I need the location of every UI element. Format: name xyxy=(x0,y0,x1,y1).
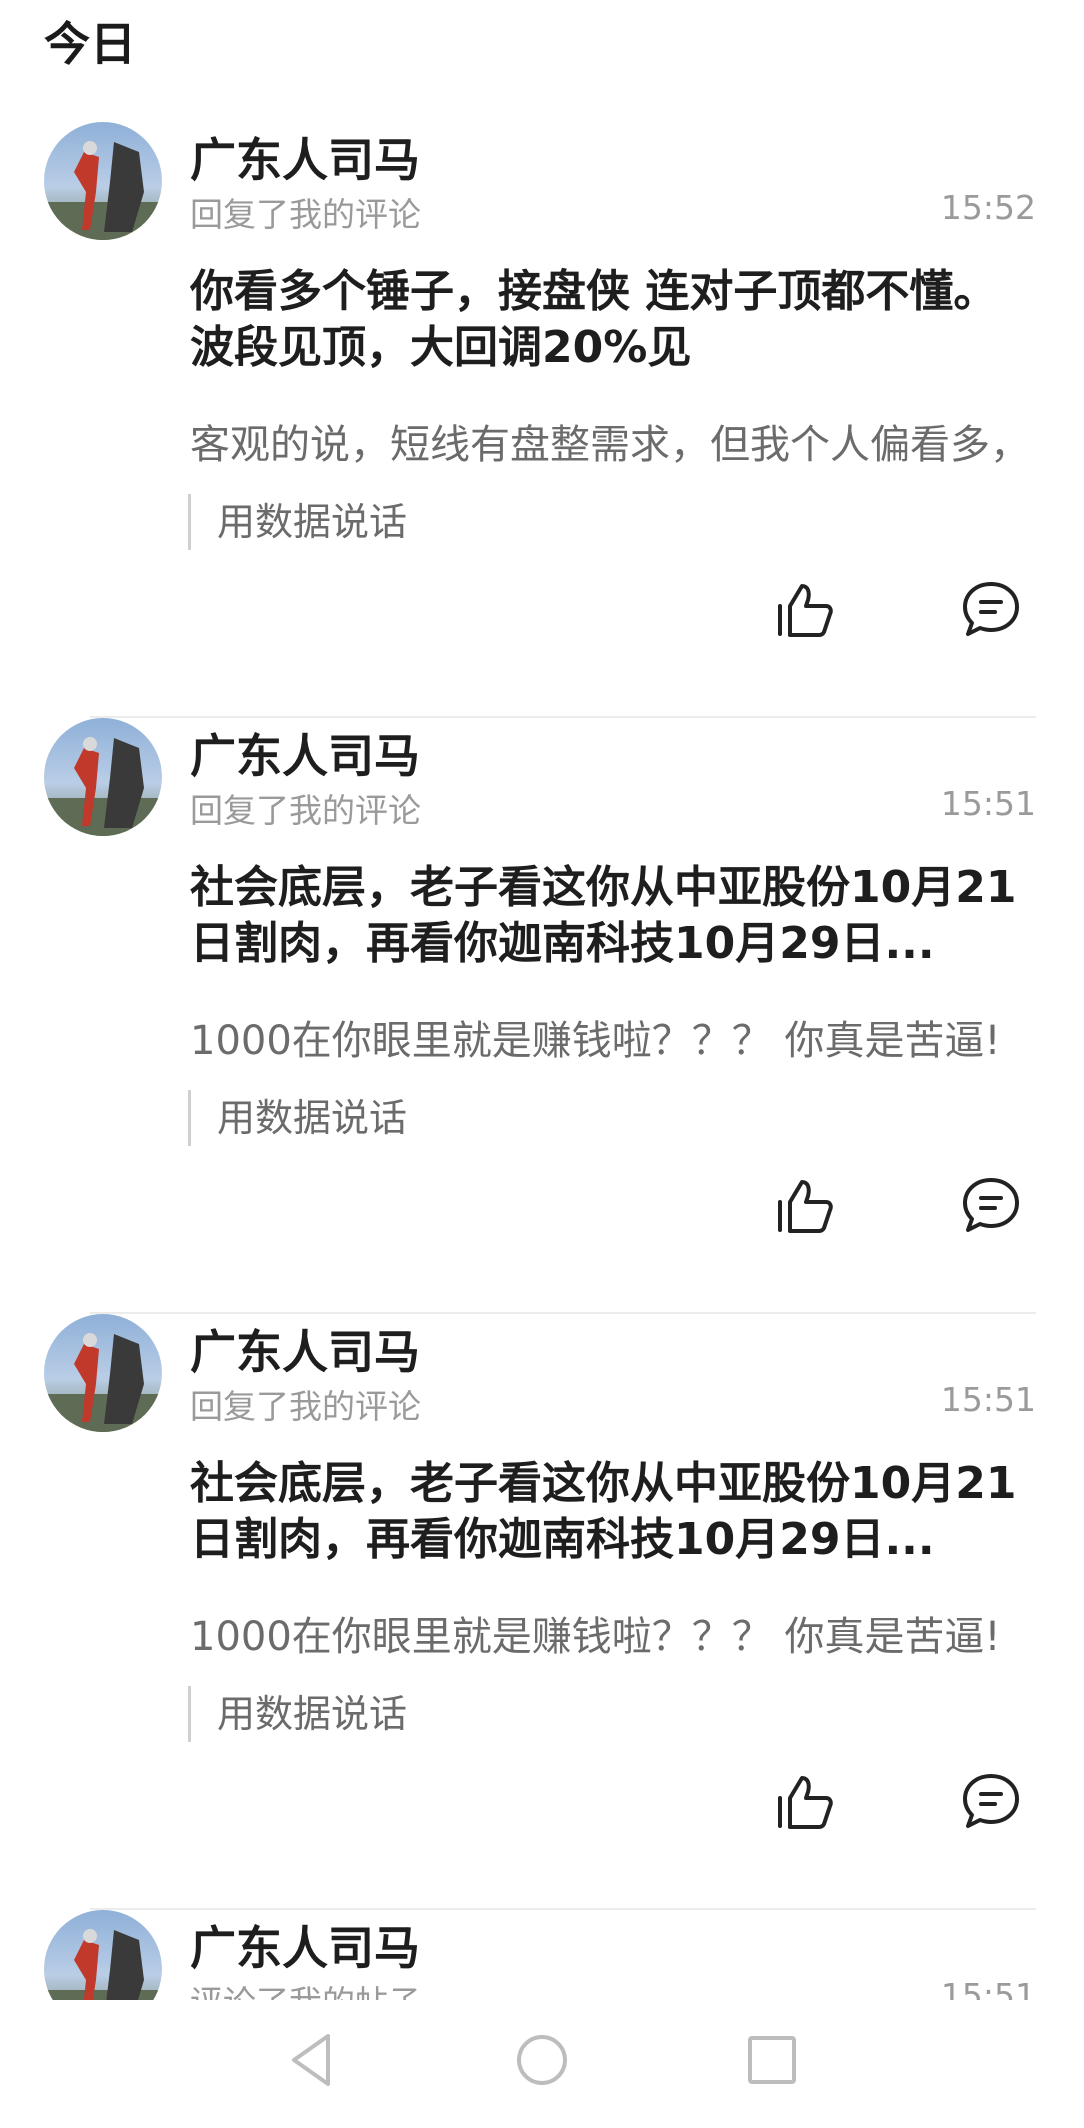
avatar[interactable] xyxy=(44,1910,162,2010)
thumbs-up-icon[interactable] xyxy=(774,1772,834,1832)
system-nav-bar xyxy=(0,2000,1084,2128)
timestamp: 15:52 xyxy=(940,188,1036,227)
username[interactable]: 广东人司马 xyxy=(190,720,420,786)
thumbs-up-icon[interactable] xyxy=(774,1176,834,1236)
username[interactable]: 广东人司马 xyxy=(190,1912,420,1978)
avatar[interactable] xyxy=(44,718,162,836)
section-title: 今日 xyxy=(44,17,136,71)
comment-bubble-icon[interactable] xyxy=(960,578,1022,640)
timestamp: 15:51 xyxy=(940,784,1036,823)
notification-card[interactable]: 广东人司马 回复了我的评论 15:51 社会底层，老子看这你从中亚股份10月21… xyxy=(0,1314,1084,1910)
square-recents-icon[interactable] xyxy=(742,2030,802,2090)
original-comment[interactable]: 1000在你眼里就是赚钱啦？？？ 你真是苦逼! xyxy=(190,1604,1040,1662)
quoted-post[interactable]: 用数据说话 xyxy=(188,1686,407,1742)
timestamp: 15:51 xyxy=(940,1380,1036,1419)
username[interactable]: 广东人司马 xyxy=(190,124,420,190)
username[interactable]: 广东人司马 xyxy=(190,1316,420,1382)
action-text: 回复了我的评论 xyxy=(190,195,421,234)
comment-bubble-icon[interactable] xyxy=(960,1174,1022,1236)
circle-home-icon[interactable] xyxy=(512,2030,572,2090)
triangle-back-icon[interactable] xyxy=(282,2030,342,2090)
avatar[interactable] xyxy=(44,122,162,240)
quoted-post[interactable]: 用数据说话 xyxy=(188,494,407,550)
notification-card[interactable]: 广东人司马 回复了我的评论 15:52 你看多个锤子，接盘侠 连对子顶都不懂。波… xyxy=(0,122,1084,718)
original-comment[interactable]: 1000在你眼里就是赚钱啦？？？ 你真是苦逼! xyxy=(190,1008,1040,1066)
action-text: 回复了我的评论 xyxy=(190,791,421,830)
notification-card[interactable]: 广东人司马 评论了我的帖子 15:51 xyxy=(0,1910,1084,2010)
reply-text[interactable]: 社会底层，老子看这你从中亚股份10月21日割肉，再看你迦南科技10月29日... xyxy=(190,1456,1030,1568)
avatar[interactable] xyxy=(44,1314,162,1432)
original-comment[interactable]: 客观的说，短线有盘整需求，但我个人偏看多， xyxy=(190,412,1040,470)
quoted-post[interactable]: 用数据说话 xyxy=(188,1090,407,1146)
notification-card[interactable]: 广东人司马 回复了我的评论 15:51 社会底层，老子看这你从中亚股份10月21… xyxy=(0,718,1084,1314)
comment-bubble-icon[interactable] xyxy=(960,1770,1022,1832)
action-text: 回复了我的评论 xyxy=(190,1387,421,1426)
thumbs-up-icon[interactable] xyxy=(774,580,834,640)
reply-text[interactable]: 你看多个锤子，接盘侠 连对子顶都不懂。波段见顶，大回调20%见 xyxy=(190,264,1030,376)
reply-text[interactable]: 社会底层，老子看这你从中亚股份10月21日割肉，再看你迦南科技10月29日... xyxy=(190,860,1030,972)
